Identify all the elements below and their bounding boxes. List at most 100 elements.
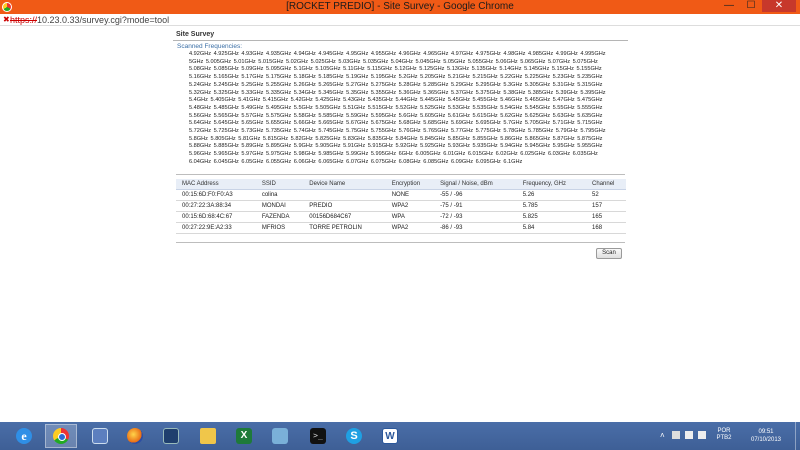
frequency-item: 5.98GHz [293, 151, 316, 158]
frequency-item: 5.16GHz [189, 74, 212, 81]
frequency-item: 5.04GHz [390, 58, 413, 65]
keyboard-layout: PTB2 [716, 435, 732, 441]
frequency-item: 5.595GHz [370, 112, 396, 119]
taskbar-calculator[interactable] [264, 424, 296, 448]
close-button[interactable]: ✕ [762, 0, 796, 12]
table-cell: 00156D684C67 [303, 211, 386, 223]
frequency-item: 6.04GHz [189, 158, 212, 165]
frequency-item: 5.205GHz [420, 74, 446, 81]
minimize-button[interactable]: — [718, 0, 740, 12]
broken-lock-icon[interactable]: ✖ [3, 15, 10, 24]
frequency-item: 5.15GHz [551, 66, 574, 73]
frequency-item: 5.145GHz [524, 66, 550, 73]
network-icon[interactable] [685, 431, 693, 439]
frequency-item: 5.12GHz [394, 66, 417, 73]
frequency-item: 5.01GHz [233, 58, 256, 65]
frequency-item: 5.61GHz [447, 112, 470, 119]
frequency-item: 5.745GHz [318, 128, 344, 135]
frequency-item: 5.49GHz [241, 104, 264, 111]
show-desktop-button[interactable] [795, 422, 800, 450]
taskbar-cmd[interactable]: >_ [302, 424, 334, 448]
frequency-item: 4.955GHz [370, 51, 396, 57]
frequency-item: 5.515GHz [367, 104, 393, 111]
frequency-item: 5.35GHz [346, 89, 369, 96]
frequency-item: 5.31GHz [552, 81, 575, 88]
taskbar-firefox[interactable] [119, 424, 151, 448]
frequency-item: 5.52GHz [395, 104, 418, 111]
maximize-button[interactable]: ☐ [740, 0, 762, 12]
frequency-item: 5.39GHz [555, 89, 578, 96]
frequency-item: 5.94GHz [500, 143, 523, 150]
frequency-item: 5.415GHz [262, 97, 289, 104]
frequency-item: 5.71GHz [552, 120, 575, 127]
frequency-item: 5.175GHz [266, 74, 292, 81]
frequency-item: 5.1GHz [293, 66, 313, 73]
survey-table: MAC Address SSID Device Name Encryption Sign… [176, 178, 626, 234]
frequency-item: 5.23GHz [552, 74, 575, 81]
address-bar[interactable]: ✖ https://10.23.0.33/survey.cgi?mode=too… [0, 14, 800, 26]
column-header[interactable]: MAC Address [176, 178, 256, 190]
volume-icon[interactable] [698, 431, 706, 439]
cmd-icon: >_ [310, 428, 326, 444]
frequency-item: 5.325GHz [213, 89, 239, 96]
taskbar-ie[interactable]: e [8, 424, 40, 448]
section-title: Site Survey [173, 30, 628, 41]
language-indicator[interactable]: POR PTB2 [714, 428, 734, 442]
language-code: POR [717, 428, 731, 434]
frequency-item: 5.9GHz [293, 143, 313, 150]
calculator-icon [272, 428, 288, 444]
frequency-item: 5.365GHz [423, 89, 449, 96]
table-cell: 5.26 [516, 189, 587, 201]
frequency-item: 5.025GHz [310, 58, 336, 65]
scan-button[interactable]: Scan [596, 247, 622, 259]
frequency-item: 5.975GHz [266, 151, 292, 158]
frequency-item: 5.76GHz [398, 128, 421, 135]
frequency-item: 6.055GHz [266, 158, 292, 165]
frequency-item: 5.645GHz [213, 120, 239, 127]
frequency-item: 5.09GHz [241, 66, 264, 73]
frequency-item: 5.17GHz [241, 74, 264, 81]
frequency-item: 5.02GHz [286, 58, 309, 65]
clock[interactable]: 09:51 07/10/2013 [744, 428, 788, 444]
frequency-item: 5.615GHz [472, 112, 498, 119]
frequency-item: 5.18GHz [293, 74, 316, 81]
table-cell: colina [255, 189, 304, 201]
frequency-item: 5.665GHz [318, 120, 344, 127]
frequency-item: 5.565GHz [213, 112, 239, 119]
frequency-item: 5.75GHz [346, 128, 369, 135]
column-header[interactable]: Signal / Noise, dBm [434, 178, 517, 190]
column-header[interactable]: Channel [586, 178, 626, 190]
column-header[interactable]: Frequency, GHz [516, 178, 587, 190]
column-header[interactable]: SSID [255, 178, 304, 190]
taskbar-chrome[interactable] [45, 424, 77, 448]
folder-icon [200, 428, 216, 444]
frequency-item: 5.035GHz [363, 58, 389, 65]
taskbar-skype[interactable]: S [338, 424, 370, 448]
column-header[interactable]: Device Name [303, 178, 386, 190]
taskbar-folder[interactable] [192, 424, 224, 448]
taskbar-word[interactable]: W [374, 424, 406, 448]
url-text[interactable]: https://10.23.0.33/survey.cgi?mode=tool [10, 15, 169, 25]
frequency-item: 5.315GHz [577, 81, 603, 88]
frequency-item: 5.915GHz [367, 143, 393, 150]
frequency-item: 5.215GHz [472, 74, 498, 81]
frequency-item: 5.905GHz [315, 143, 341, 150]
frequency-item: 5.53GHz [447, 104, 470, 111]
frequency-item: 5.885GHz [213, 143, 239, 150]
frequency-item: 5.195GHz [370, 74, 396, 81]
frequency-item: 5.505GHz [315, 104, 341, 111]
taskbar-computer[interactable] [84, 424, 116, 448]
frequency-item: 5.525GHz [420, 104, 446, 111]
show-hidden-icons-icon[interactable]: ˄ [660, 431, 665, 440]
taskbar-window[interactable] [155, 424, 187, 448]
action-center-flag-icon[interactable] [672, 431, 680, 439]
column-header[interactable]: Encryption [385, 178, 435, 190]
frequency-item: 5.385GHz [527, 89, 554, 96]
frequency-item: 5.455GHz [472, 97, 498, 104]
frequency-item: 5.68GHz [398, 120, 421, 127]
frequency-item: 5.945GHz [524, 143, 551, 150]
frequency-item: 5.86GHz [500, 135, 523, 142]
frequency-item: 5.96GHz [189, 151, 212, 158]
frequency-item: 6.085GHz [423, 158, 449, 165]
taskbar-excel[interactable]: X [228, 424, 260, 448]
